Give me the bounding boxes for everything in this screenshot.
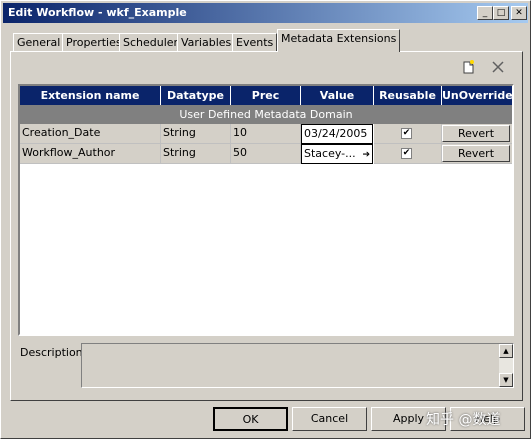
row1-datatype[interactable]: String xyxy=(161,124,231,144)
description-scrollbar[interactable]: ▲ ▼ xyxy=(499,344,513,387)
close-icon[interactable]: ✕ xyxy=(511,6,527,20)
cancel-button-label: Cancel xyxy=(310,412,349,425)
row1-extension-name[interactable]: Creation_Date xyxy=(20,124,161,144)
row1-reusable-cell: ✔ xyxy=(374,124,442,144)
scroll-up-icon[interactable]: ▲ xyxy=(499,344,513,358)
row2-value-field[interactable]: Stacey-... ➔ xyxy=(301,144,373,164)
column-header-prec[interactable]: Prec xyxy=(231,86,301,105)
dropdown-arrow-icon[interactable]: ➔ xyxy=(362,146,370,163)
metadata-table: Extension name Datatype Prec Value Reusa… xyxy=(18,84,514,336)
row1-revert-button[interactable]: Revert xyxy=(442,125,510,142)
row2-datatype[interactable]: String xyxy=(161,144,231,164)
tab-scheduler[interactable]: Scheduler xyxy=(119,33,183,51)
watermark: 知乎 @数道 xyxy=(426,412,501,428)
title-bar[interactable]: Edit Workflow - wkf_Example _ □ ✕ xyxy=(3,3,528,23)
column-header-datatype[interactable]: Datatype xyxy=(161,86,231,105)
row2-value-text: Stacey-... xyxy=(304,147,356,160)
column-header-reusable[interactable]: Reusable xyxy=(374,86,442,105)
column-header-extension-name[interactable]: Extension name xyxy=(20,86,161,105)
tab-metadata-extensions[interactable]: Metadata Extensions xyxy=(277,29,401,52)
cancel-button[interactable]: Cancel xyxy=(292,407,367,431)
new-document-icon[interactable] xyxy=(462,60,475,74)
row2-reusable-cell: ✔ xyxy=(374,144,442,164)
scroll-down-icon[interactable]: ▼ xyxy=(499,373,513,387)
row2-revert-button[interactable]: Revert xyxy=(442,145,510,162)
row1-reusable-checkbox[interactable]: ✔ xyxy=(401,128,412,139)
description-field[interactable] xyxy=(81,343,514,388)
minimize-icon[interactable]: _ xyxy=(477,6,493,20)
tab-properties[interactable]: Properties xyxy=(62,33,126,51)
window-title: Edit Workflow - wkf_Example xyxy=(8,6,187,19)
check-icon: ✔ xyxy=(402,128,411,138)
apply-button-label: Apply xyxy=(392,412,425,425)
column-header-unoverride[interactable]: UnOverride xyxy=(442,86,513,105)
ok-button-label: OK xyxy=(242,413,259,426)
check-icon: ✔ xyxy=(402,148,411,158)
row2-reusable-checkbox[interactable]: ✔ xyxy=(401,148,412,159)
maximize-icon[interactable]: □ xyxy=(493,6,509,20)
row2-prec[interactable]: 50 xyxy=(231,144,301,164)
row1-unoverride-cell: Revert xyxy=(442,124,512,144)
row1-value-field[interactable]: 03/24/2005 xyxy=(301,124,373,144)
row1-prec[interactable]: 10 xyxy=(231,124,301,144)
description-label: Description: xyxy=(20,346,87,359)
tab-variables[interactable]: Variables xyxy=(177,33,236,51)
row2-unoverride-cell: Revert xyxy=(442,144,512,164)
delete-x-icon[interactable] xyxy=(491,60,505,74)
tab-general[interactable]: General xyxy=(13,33,65,51)
ok-button[interactable]: OK xyxy=(213,407,288,431)
row2-extension-name[interactable]: Workflow_Author xyxy=(20,144,161,164)
domain-label-row: User Defined Metadata Domain xyxy=(20,105,512,124)
edit-workflow-dialog: Edit Workflow - wkf_Example _ □ ✕ Genera… xyxy=(0,0,531,439)
tab-events[interactable]: Events xyxy=(232,33,278,51)
column-header-value[interactable]: Value xyxy=(301,86,374,105)
